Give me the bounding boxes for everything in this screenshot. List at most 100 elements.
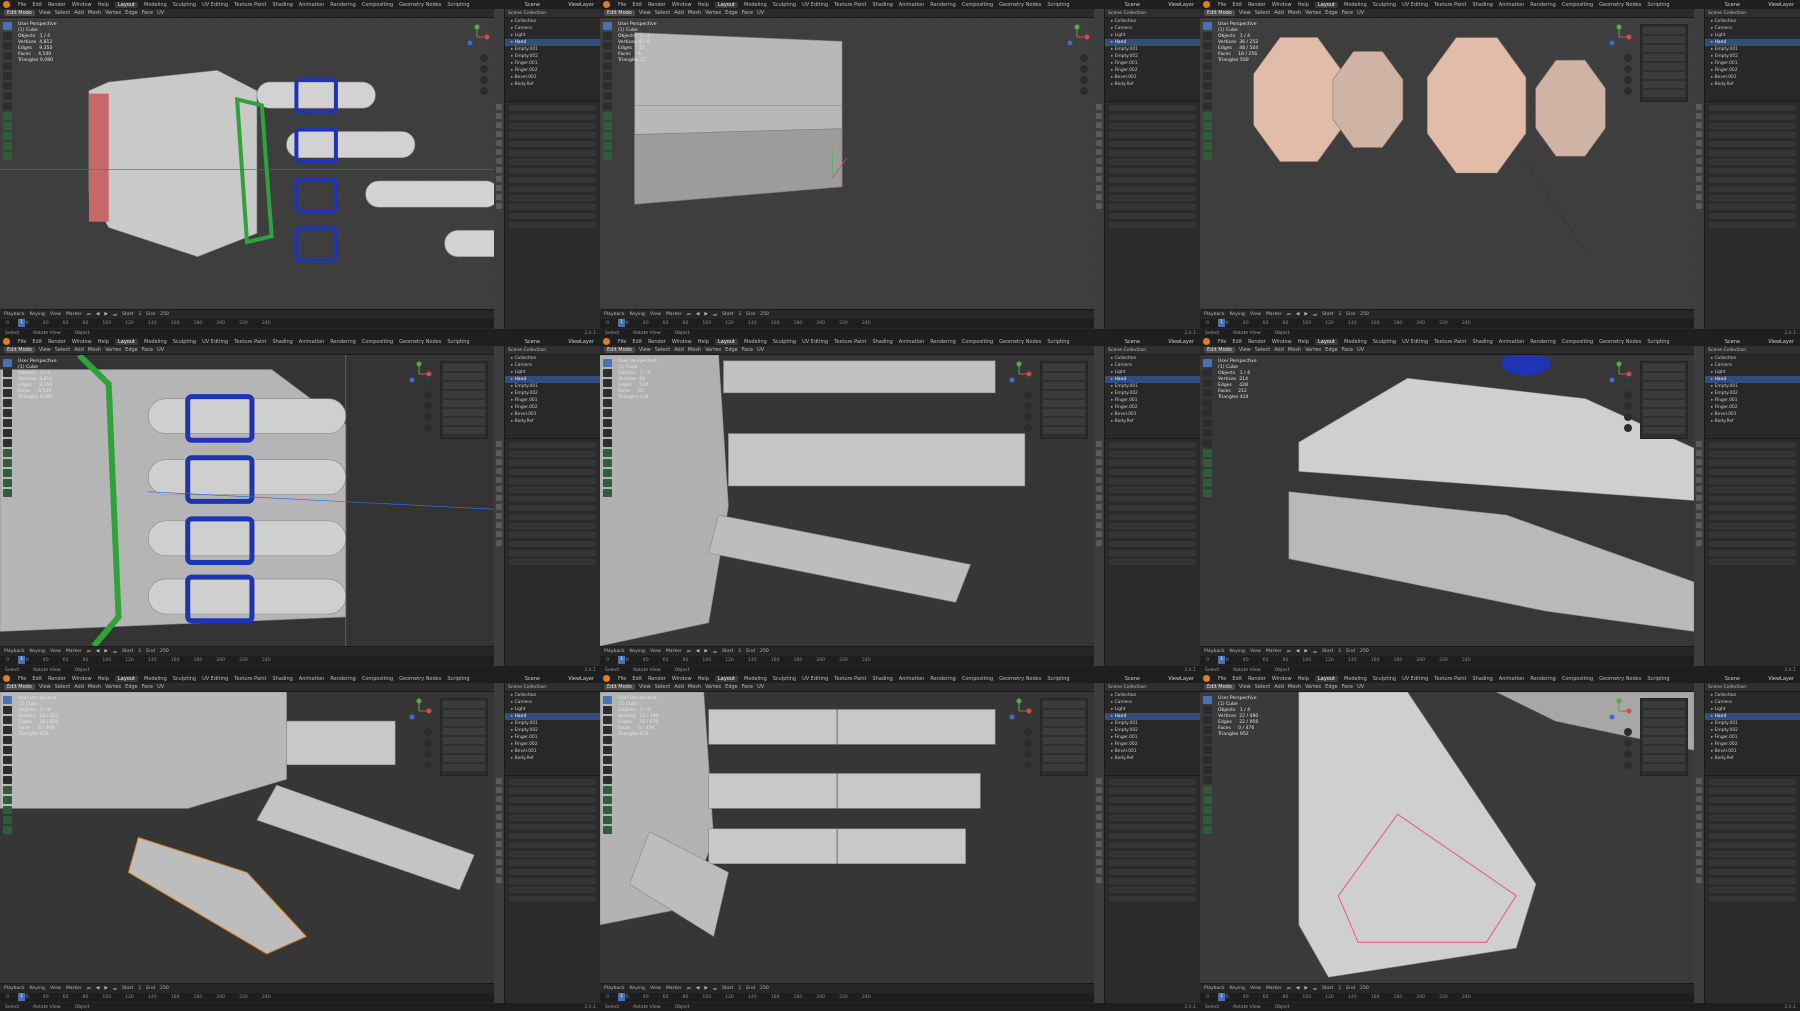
navigation-gizmo[interactable] xyxy=(1064,24,1090,50)
property-field[interactable] xyxy=(509,541,596,547)
viewport-menu-item[interactable]: Mesh xyxy=(1288,10,1301,16)
property-tab-icon[interactable] xyxy=(1096,859,1102,865)
tool-button[interactable] xyxy=(603,826,612,834)
property-field[interactable] xyxy=(1709,105,1796,111)
timeline-menu[interactable]: Marker xyxy=(666,312,682,317)
tool-button[interactable] xyxy=(603,152,612,160)
axis-gizmo-icon[interactable] xyxy=(1606,698,1632,724)
tool-button[interactable] xyxy=(603,359,612,367)
property-field[interactable] xyxy=(1109,186,1196,192)
timeline-menu[interactable]: Keying xyxy=(630,312,645,317)
property-field[interactable] xyxy=(1709,806,1796,812)
property-tab-icon[interactable] xyxy=(1696,477,1702,483)
property-tab-icon[interactable] xyxy=(1696,450,1702,456)
outliner-item[interactable]: Collection xyxy=(1705,692,1800,699)
timeline-menu[interactable]: Marker xyxy=(66,312,82,317)
playback-button[interactable]: ⏭ xyxy=(1313,986,1317,992)
property-field[interactable] xyxy=(1109,204,1196,210)
nav-button[interactable] xyxy=(1024,413,1032,421)
n-panel-field[interactable] xyxy=(1643,719,1685,726)
property-field[interactable] xyxy=(1709,559,1796,565)
viewport-menu-item[interactable]: UV xyxy=(1357,10,1364,16)
tool-button[interactable] xyxy=(3,102,12,110)
viewport-menu-item[interactable]: View xyxy=(639,684,651,690)
n-panel-field[interactable] xyxy=(1643,427,1685,434)
3d-viewport[interactable]: User Perspective (1) Cube Objects 1 / 4 Ve… xyxy=(600,18,1094,309)
menu-help[interactable]: Help xyxy=(98,676,109,682)
workspace-tab[interactable]: Shading xyxy=(872,676,892,682)
menu-edit[interactable]: Edit xyxy=(32,676,42,682)
property-field[interactable] xyxy=(509,222,596,228)
n-panel-field[interactable] xyxy=(443,710,485,717)
n-panel-field[interactable] xyxy=(443,418,485,425)
viewport-scene[interactable] xyxy=(600,18,1094,309)
viewport-menu-item[interactable]: Mesh xyxy=(688,10,701,16)
property-field[interactable] xyxy=(1709,779,1796,785)
nav-button[interactable] xyxy=(424,391,432,399)
property-field[interactable] xyxy=(1709,222,1796,228)
tool-button[interactable] xyxy=(3,746,12,754)
tool-button[interactable] xyxy=(3,409,12,417)
viewport-menu-item[interactable]: Edge xyxy=(725,347,738,353)
property-tab-icon[interactable] xyxy=(496,477,502,483)
frame-start-field[interactable]: 1 xyxy=(738,649,741,654)
outliner-item[interactable]: Light xyxy=(1705,706,1800,713)
tool-button[interactable] xyxy=(1203,776,1212,784)
outliner-item[interactable]: Empty.001 xyxy=(1705,720,1800,727)
outliner-item[interactable]: Empty.002 xyxy=(1705,727,1800,734)
timeline-menu[interactable]: Keying xyxy=(1230,312,1245,317)
tool-button[interactable] xyxy=(1203,459,1212,467)
workspace-tab[interactable]: Rendering xyxy=(330,676,356,682)
viewport-menu-item[interactable]: UV xyxy=(757,684,764,690)
tool-button[interactable] xyxy=(3,122,12,130)
nav-button[interactable] xyxy=(1624,739,1632,747)
property-field[interactable] xyxy=(509,550,596,556)
nav-button[interactable] xyxy=(1024,402,1032,410)
viewport-scene[interactable] xyxy=(1200,355,1694,646)
property-field[interactable] xyxy=(1109,797,1196,803)
property-tab-icon[interactable] xyxy=(496,805,502,811)
property-tab-icon[interactable] xyxy=(496,832,502,838)
menu-render[interactable]: Render xyxy=(1248,676,1266,682)
scene-selector[interactable]: Scene xyxy=(1725,2,1740,8)
n-panel-field[interactable] xyxy=(1043,746,1085,753)
tool-button[interactable] xyxy=(1203,92,1212,100)
outliner-item[interactable]: Empty.002 xyxy=(505,390,600,397)
property-tab-icon[interactable] xyxy=(496,113,502,119)
playback-button[interactable]: ⏮ xyxy=(87,649,91,655)
property-field[interactable] xyxy=(1109,523,1196,529)
tool-button[interactable] xyxy=(603,696,612,704)
axis-gizmo-icon[interactable] xyxy=(1006,698,1032,724)
menu-render[interactable]: Render xyxy=(648,2,666,8)
viewport-menu-item[interactable]: Face xyxy=(1342,684,1353,690)
outliner-item[interactable]: Bevel.001 xyxy=(505,748,600,755)
outliner-item[interactable]: Light xyxy=(505,369,600,376)
tool-button[interactable] xyxy=(1203,469,1212,477)
tool-button[interactable] xyxy=(1203,32,1212,40)
viewport-menu-item[interactable]: Vertex xyxy=(105,347,121,353)
outliner-item[interactable]: Camera xyxy=(505,362,600,369)
property-field[interactable] xyxy=(509,887,596,893)
workspace-tab[interactable]: Texture Paint xyxy=(1434,2,1466,8)
tool-button[interactable] xyxy=(603,112,612,120)
viewport-menu-item[interactable]: Mesh xyxy=(688,347,701,353)
tool-button[interactable] xyxy=(603,806,612,814)
property-field[interactable] xyxy=(1709,896,1796,902)
property-tab-icon[interactable] xyxy=(1696,104,1702,110)
outliner-item[interactable]: Finger.001 xyxy=(1705,60,1800,67)
menu-edit[interactable]: Edit xyxy=(632,676,642,682)
menu-render[interactable]: Render xyxy=(648,339,666,345)
property-tab-icon[interactable] xyxy=(1096,185,1102,191)
property-field[interactable] xyxy=(1109,168,1196,174)
tool-button[interactable] xyxy=(3,62,12,70)
view-layer-selector[interactable]: ViewLayer xyxy=(1768,339,1794,345)
timeline-menu[interactable]: Marker xyxy=(1266,649,1282,654)
playback-button[interactable]: ▶ xyxy=(704,312,708,317)
property-tab-icon[interactable] xyxy=(496,149,502,155)
workspace-tab[interactable]: Rendering xyxy=(1530,339,1556,345)
workspace-tab[interactable]: Animation xyxy=(1499,2,1525,8)
scene-selector[interactable]: Scene xyxy=(525,676,540,682)
mode-dropdown[interactable]: Edit Mode xyxy=(1204,10,1235,16)
menu-window[interactable]: Window xyxy=(672,676,692,682)
property-field[interactable] xyxy=(1709,451,1796,457)
